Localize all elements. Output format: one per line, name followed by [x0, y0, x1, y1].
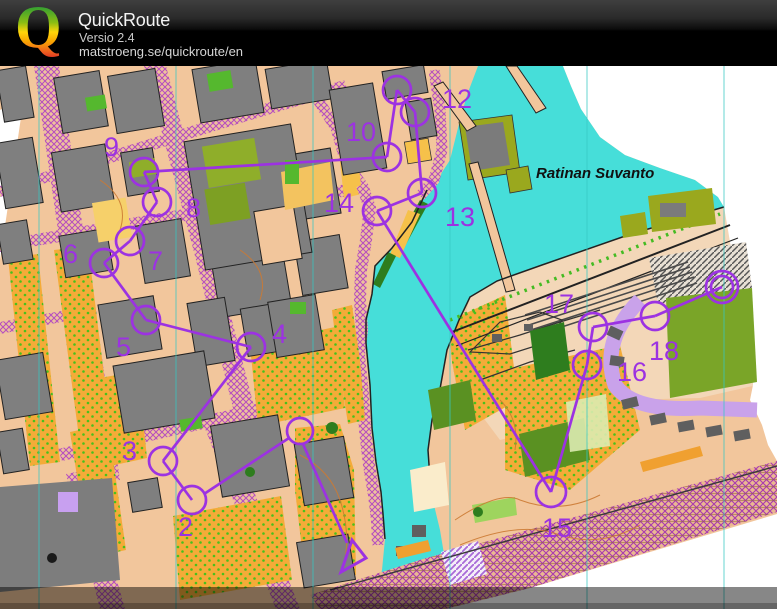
- svg-text:5: 5: [116, 332, 131, 362]
- svg-text:15: 15: [542, 513, 572, 543]
- svg-text:17: 17: [544, 289, 574, 319]
- svg-text:Q: Q: [15, 0, 62, 60]
- svg-text:10: 10: [346, 117, 376, 147]
- svg-text:13: 13: [445, 202, 475, 232]
- svg-text:6: 6: [63, 239, 78, 269]
- svg-text:8: 8: [186, 193, 201, 223]
- svg-text:7: 7: [148, 246, 163, 276]
- svg-text:14: 14: [324, 188, 354, 218]
- svg-text:16: 16: [617, 357, 647, 387]
- svg-text:3: 3: [122, 436, 137, 466]
- svg-text:18: 18: [649, 336, 679, 366]
- svg-text:12: 12: [442, 84, 472, 114]
- svg-text:4: 4: [272, 319, 287, 349]
- svg-text:Ratinan Suvanto: Ratinan Suvanto: [536, 165, 654, 182]
- svg-text:2: 2: [178, 512, 193, 542]
- svg-text:9: 9: [104, 132, 119, 162]
